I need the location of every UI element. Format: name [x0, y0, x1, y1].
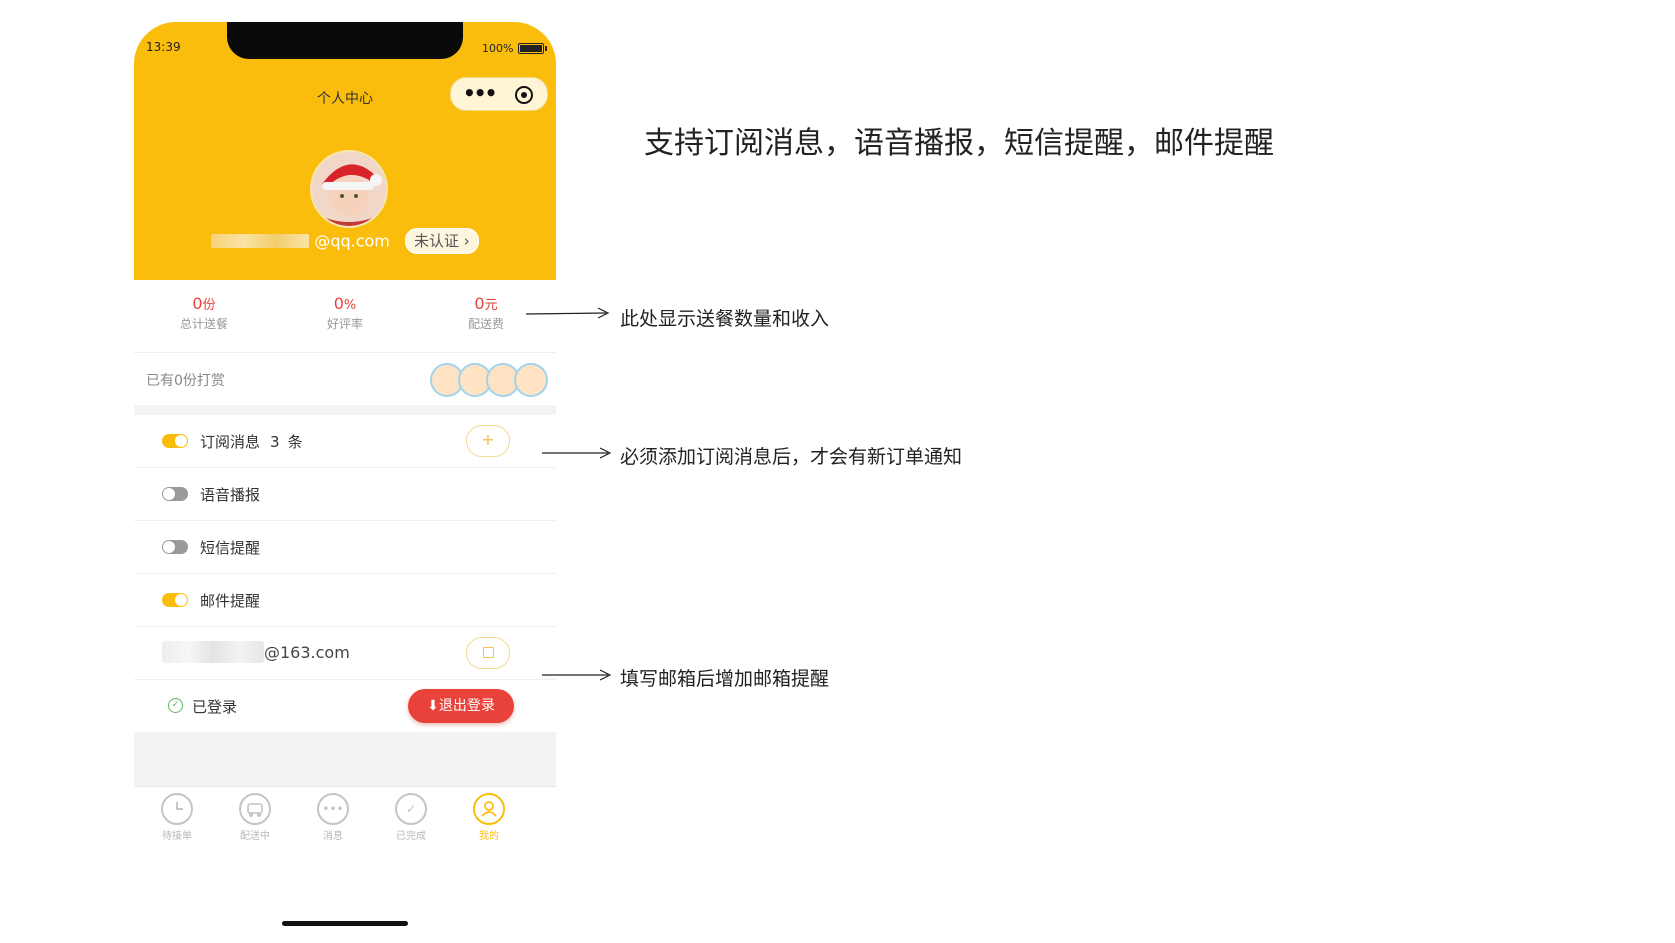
battery-percent: 100%: [482, 42, 514, 55]
mini-program-capsule[interactable]: •••: [450, 77, 548, 111]
tipper-avatar: [514, 363, 548, 397]
tips-text: 已有0份打赏: [146, 373, 225, 389]
setting-voice: 语音播报: [134, 468, 556, 521]
stat-total-delivery: 0份 总计送餐: [154, 294, 254, 332]
stat-label: 好评率: [326, 317, 363, 331]
message-icon: •••: [317, 793, 349, 825]
subscribe-label-group: 订阅消息 3 条: [200, 431, 303, 452]
stats-bar: 0份 总计送餐 0% 好评率 0元 配送费: [134, 280, 556, 353]
mail-toggle[interactable]: [162, 593, 188, 607]
stat-delivery-fee: 0元 配送费: [436, 294, 536, 332]
logout-button[interactable]: ⬇退出登录: [408, 689, 514, 723]
stat-value: 0: [333, 294, 344, 313]
check-icon: ✓: [168, 698, 183, 713]
avatar[interactable]: [310, 150, 388, 228]
more-icon[interactable]: •••: [463, 81, 497, 105]
subscribe-unit: 条: [287, 433, 303, 451]
setting-mail: 邮件提醒: [134, 574, 556, 627]
delivery-icon: [239, 793, 271, 825]
tab-messages[interactable]: ••• 消息: [298, 793, 368, 842]
annotation-subscribe: 必须添加订阅消息后，才会有新订单通知: [620, 446, 963, 468]
verify-badge[interactable]: 未认证 ›: [404, 228, 479, 254]
account-email-suffix: @qq.com: [314, 231, 390, 251]
tipper-avatars: [430, 363, 550, 397]
arrow-icon: [542, 447, 612, 459]
voice-label: 语音播报: [200, 486, 261, 504]
stat-value: 0: [192, 294, 203, 313]
tab-pending[interactable]: 待接单: [142, 793, 212, 842]
home-indicator: [282, 921, 408, 926]
arrow-icon: [542, 669, 612, 681]
voice-toggle[interactable]: [162, 487, 188, 501]
baby-santa-avatar-image: [312, 152, 386, 226]
mail-address-row: @163.com: [134, 627, 556, 680]
subscribe-label: 订阅消息: [200, 433, 261, 451]
user-icon: [473, 793, 505, 825]
stat-label: 配送费: [467, 317, 504, 331]
arrow-icon: [525, 307, 610, 319]
stat-unit: 元: [484, 298, 498, 313]
login-status: 已登录: [192, 698, 238, 716]
subscribe-count: 3: [270, 433, 280, 451]
subscribe-toggle[interactable]: [162, 434, 188, 448]
close-target-icon[interactable]: [515, 86, 533, 104]
settings-list: 订阅消息 3 条 + 语音播报 短信提醒 邮件提醒 @163.com ✓ 已登录 ⬇…: [134, 415, 556, 732]
tab-label: 待接单: [162, 831, 192, 842]
setting-sms: 短信提醒: [134, 521, 556, 574]
battery-icon: [518, 43, 547, 54]
tab-bar: 待接单 配送中 ••• 消息 ✓ 已完成 我的: [134, 786, 556, 934]
mail-address-suffix: @163.com: [264, 643, 350, 662]
stat-unit: %: [343, 298, 357, 313]
sms-toggle[interactable]: [162, 540, 188, 554]
login-status-row: ✓ 已登录 ⬇退出登录: [134, 680, 556, 732]
clock-icon: [161, 793, 193, 825]
redacted-email-prefix: [211, 234, 310, 248]
stat-unit: 份: [202, 298, 216, 313]
status-time: 13:39: [146, 40, 181, 54]
phone-frame: 13:39 100% 个人中心 ••• @qq.com 未认证 › 0份 总计送…: [134, 22, 556, 934]
tab-label: 已完成: [396, 831, 426, 842]
tab-label: 我的: [479, 831, 499, 842]
mail-label: 邮件提醒: [200, 592, 261, 610]
stat-value: 0: [474, 294, 485, 313]
tab-label: 配送中: [240, 831, 270, 842]
tab-completed[interactable]: ✓ 已完成: [376, 793, 446, 842]
annotation-title: 支持订阅消息，语音播报，短信提醒，邮件提醒: [644, 126, 1274, 161]
tab-mine[interactable]: 我的: [454, 793, 524, 842]
add-subscribe-button[interactable]: +: [466, 425, 510, 457]
account-email-row: @qq.com 未认证 ›: [134, 228, 556, 254]
stat-label: 总计送餐: [179, 317, 228, 331]
stat-rating: 0% 好评率: [295, 294, 395, 332]
edit-icon: [482, 647, 494, 658]
tab-delivering[interactable]: 配送中: [220, 793, 290, 842]
sms-label: 短信提醒: [200, 539, 261, 557]
redacted-mail-prefix: [162, 641, 264, 663]
check-circle-icon: ✓: [395, 793, 427, 825]
annotation-stats: 此处显示送餐数量和收入: [620, 308, 830, 330]
annotation-mail: 填写邮箱后增加邮箱提醒: [620, 668, 830, 690]
edit-mail-button[interactable]: [466, 637, 510, 669]
setting-subscribe: 订阅消息 3 条 +: [134, 415, 556, 468]
phone-notch: [227, 22, 463, 59]
plus-icon: +: [481, 430, 495, 449]
profile-header: 13:39 100% 个人中心 ••• @qq.com 未认证 ›: [134, 22, 556, 280]
tips-row[interactable]: 已有0份打赏: [134, 353, 556, 405]
tab-label: 消息: [323, 831, 343, 842]
